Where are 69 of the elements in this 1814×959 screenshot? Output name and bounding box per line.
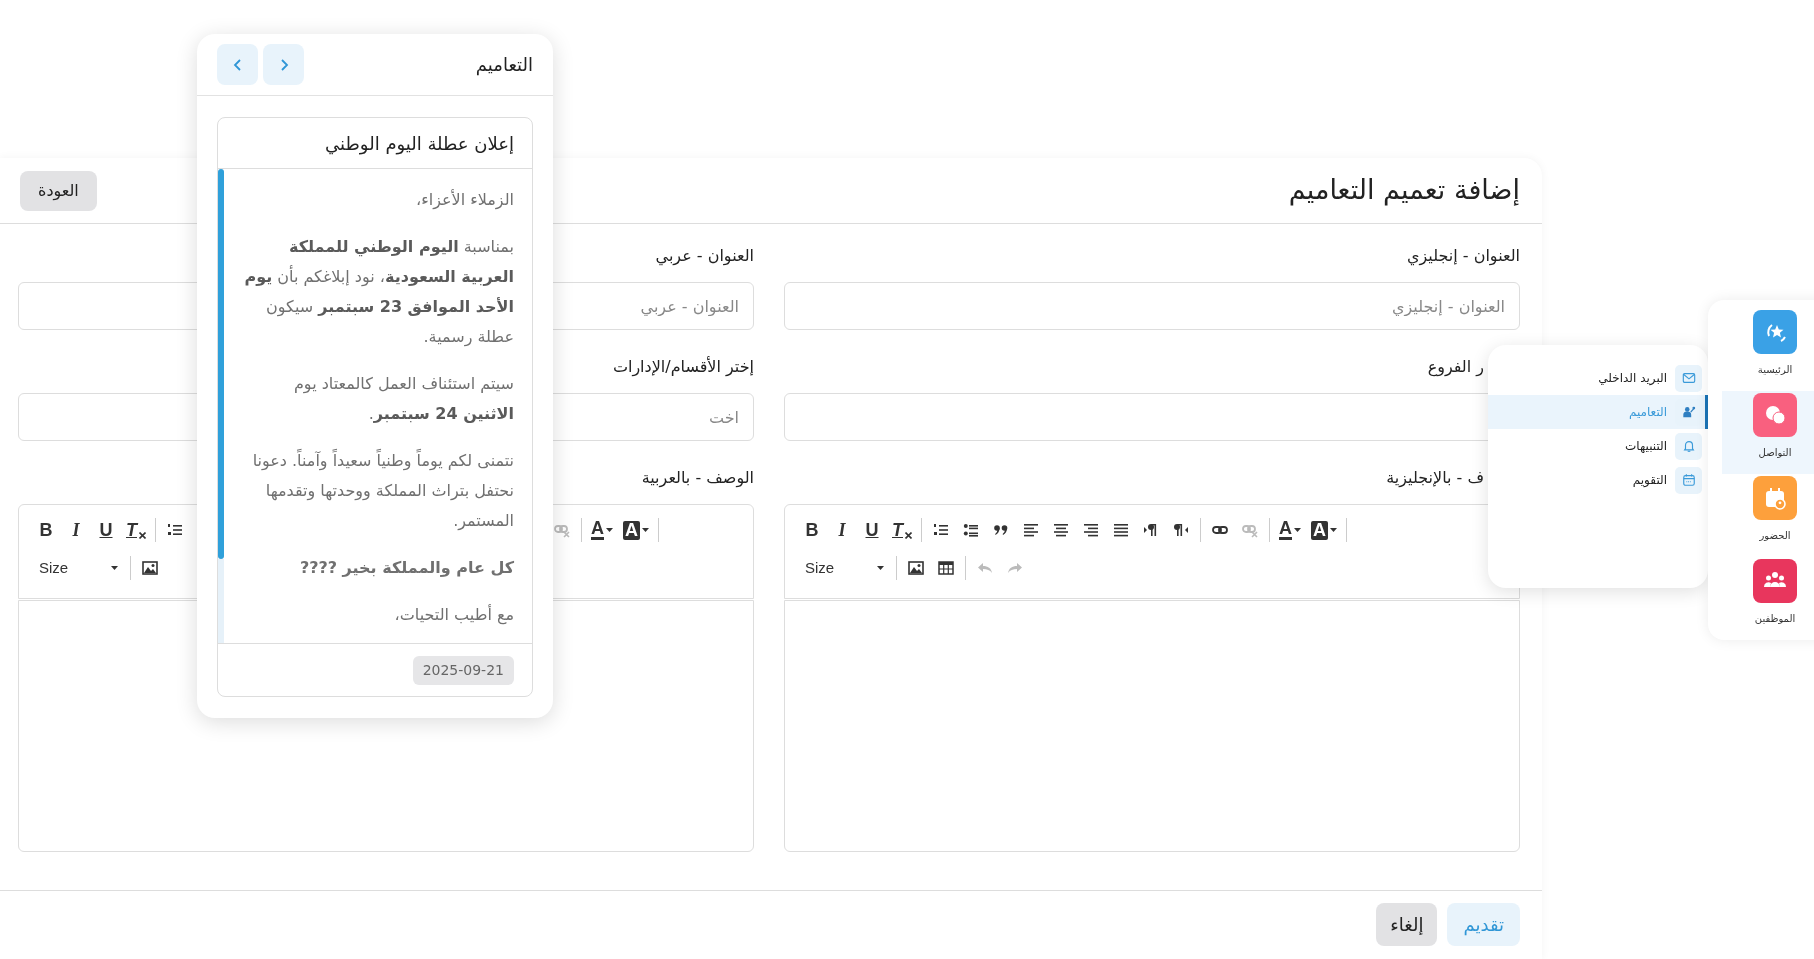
calendar-icon xyxy=(1681,473,1696,487)
menu-item[interactable]: التقويم xyxy=(1488,463,1708,497)
cancel-button[interactable]: إلغاء xyxy=(1376,903,1438,946)
color-button[interactable]: A xyxy=(586,515,618,545)
back-button[interactable]: العودة xyxy=(20,170,97,211)
font-size-dropdown[interactable]: Size xyxy=(31,553,126,583)
field-label: ر الفروع xyxy=(1427,356,1484,379)
sidebar-item[interactable]: الرئيسية xyxy=(1722,308,1814,391)
align-right-icon xyxy=(1083,522,1099,538)
chat-icon xyxy=(1763,403,1787,427)
person-icon xyxy=(1681,405,1696,419)
bullet-list-icon xyxy=(963,522,979,538)
paragraph: كل عام والمملكة بخير ???? xyxy=(298,557,514,579)
field-label: إختر الأقسام/الإدارات xyxy=(612,355,754,379)
sidebar-item[interactable]: الموظفين xyxy=(1722,557,1814,640)
menu-item[interactable]: البريد الداخلي xyxy=(1488,361,1708,395)
calendar-person-icon xyxy=(1763,486,1787,510)
field-label: ف - بالإنجليزية xyxy=(1386,467,1484,490)
caret-icon xyxy=(111,566,118,570)
justify-icon xyxy=(1113,522,1129,538)
underline-button[interactable]: U xyxy=(857,515,887,545)
chevron-right-icon xyxy=(278,57,289,72)
paragraph: الزملاء الأعزاء، xyxy=(415,188,514,212)
align-center-icon xyxy=(1053,522,1069,538)
table-icon xyxy=(938,560,954,576)
circular-title: إعلان عطلة اليوم الوطني xyxy=(218,118,532,169)
unlink-icon xyxy=(1242,522,1258,538)
menu-item[interactable]: التنبيهات xyxy=(1488,429,1708,463)
x-icon xyxy=(139,531,146,539)
underline-button[interactable]: U xyxy=(91,515,121,545)
caret-icon xyxy=(1330,528,1337,532)
bold-button[interactable]: B xyxy=(797,515,827,545)
text-direction-icon xyxy=(1173,522,1189,538)
sidebar-item[interactable]: الحضور xyxy=(1722,474,1814,557)
bgcolor-button[interactable]: A xyxy=(618,515,654,545)
image-icon xyxy=(142,560,158,576)
field-label: العنوان - إنجليزي xyxy=(1407,245,1520,268)
caret-icon xyxy=(1294,528,1301,532)
mail-icon xyxy=(1681,371,1696,385)
color-button[interactable]: A xyxy=(1274,515,1306,545)
clear-button[interactable]: T xyxy=(887,515,917,545)
page-title: إضافة تعميم التعاميم xyxy=(1288,174,1520,207)
chevron-left-icon xyxy=(232,57,243,72)
numbered-list-icon xyxy=(167,522,183,538)
paragraph: مع أطيب التحيات، xyxy=(393,603,514,627)
unlink-icon xyxy=(554,522,570,538)
bgcolor-button[interactable]: A xyxy=(1306,515,1342,545)
panel-title: التعاميم xyxy=(475,53,533,78)
field-label: الوصف - بالعربية xyxy=(641,467,754,490)
quote-icon xyxy=(993,522,1009,538)
image-icon xyxy=(908,560,924,576)
bold-button[interactable]: B xyxy=(31,515,61,545)
italic-button[interactable]: I xyxy=(827,515,857,545)
italic-button[interactable]: I xyxy=(61,515,91,545)
x-icon xyxy=(905,531,912,539)
align-left-icon xyxy=(1023,522,1039,538)
bell-icon xyxy=(1681,439,1696,453)
date-badge: 2025-09-21 xyxy=(412,655,514,685)
scrollbar-thumb[interactable] xyxy=(218,169,224,559)
text-direction-icon xyxy=(1143,522,1159,538)
paragraph: نتمنى لكم يوماً وطنياً سعيداً وآمناً. دعونا نحتفل بتراث المملكة ووحدتها وتقدمها المستمر. xyxy=(251,448,514,533)
caret-icon xyxy=(642,528,649,532)
clear-button[interactable]: T xyxy=(121,515,151,545)
font-size-dropdown[interactable]: Size xyxy=(797,553,892,583)
field-label: العنوان - عربي xyxy=(655,245,754,268)
caret-icon xyxy=(606,528,613,532)
input-field[interactable]: العنوان - إنجليزي xyxy=(784,282,1520,330)
numbered-list-icon xyxy=(933,522,949,538)
caret-icon xyxy=(877,566,884,570)
